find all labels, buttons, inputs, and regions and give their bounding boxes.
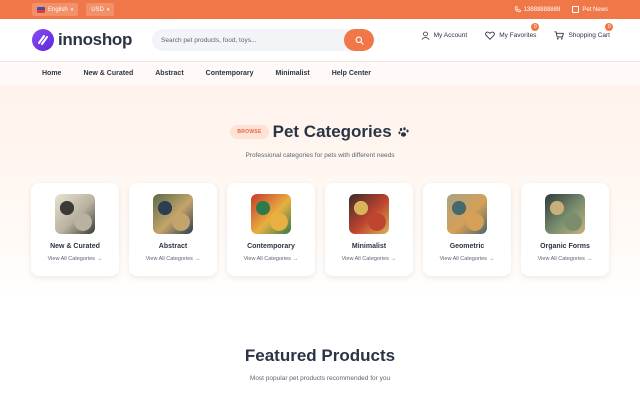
- arrow-right-icon: →: [586, 256, 593, 262]
- arrow-right-icon: →: [292, 256, 299, 262]
- category-name: Geometric: [449, 243, 485, 250]
- nav-item-minimalist[interactable]: Minimalist: [276, 70, 310, 77]
- top-bar: English ▾ USD ▾ 13888888888 Pet News: [0, 0, 640, 19]
- category-card[interactable]: Organic Forms View All Categories →: [521, 183, 609, 276]
- logo-mark-icon: [32, 29, 54, 51]
- category-cards: New & Curated View All Categories → Abst…: [31, 183, 609, 276]
- view-all-label: View All Categories: [145, 256, 193, 262]
- category-name: Minimalist: [351, 243, 387, 250]
- view-all-label: View All Categories: [537, 256, 585, 262]
- phone-number: 13888888888: [523, 6, 561, 13]
- section-title: Pet Categories: [272, 122, 392, 141]
- site-header: innoshop My Account My Favorites 0: [0, 19, 640, 61]
- category-card[interactable]: Minimalist View All Categories →: [325, 183, 413, 276]
- arrow-right-icon: →: [488, 256, 495, 262]
- nav-item-help-center[interactable]: Help Center: [332, 70, 371, 77]
- shopping-cart-link[interactable]: Shopping Cart 0: [554, 23, 614, 40]
- language-selector[interactable]: English ▾: [32, 3, 79, 16]
- categories-section: BROWSE Pet Categories Professional categ…: [0, 85, 640, 300]
- category-name: New & Curated: [50, 243, 100, 250]
- heart-icon: [485, 31, 496, 40]
- section-heading: BROWSE Pet Categories: [0, 122, 640, 142]
- category-card[interactable]: Contemporary View All Categories →: [227, 183, 315, 276]
- category-thumbnail: [55, 194, 95, 234]
- phone-link[interactable]: 13888888888: [514, 6, 561, 13]
- nav-item-home[interactable]: Home: [42, 70, 61, 77]
- search-icon: [355, 36, 364, 45]
- user-icon: [421, 31, 430, 40]
- cart-icon: [554, 31, 565, 40]
- logo[interactable]: innoshop: [32, 29, 132, 51]
- category-thumbnail: [251, 194, 291, 234]
- category-name: Abstract: [158, 243, 188, 250]
- main-nav: Home New & Curated Abstract Contemporary…: [0, 61, 640, 85]
- view-all-label: View All Categories: [439, 256, 487, 262]
- my-favorites-link[interactable]: My Favorites 0: [485, 23, 540, 40]
- category-card[interactable]: New & Curated View All Categories →: [31, 183, 119, 276]
- section-subtitle: Professional categories for pets with di…: [245, 152, 395, 159]
- my-favorites-label: My Favorites: [499, 32, 537, 39]
- paw-icon: [398, 126, 409, 137]
- category-card[interactable]: Abstract View All Categories →: [129, 183, 217, 276]
- category-name: Contemporary: [247, 243, 295, 250]
- currency-selector[interactable]: USD ▾: [86, 3, 115, 16]
- currency-label: USD: [91, 6, 104, 13]
- featured-subtitle: Most popular pet products recommended fo…: [249, 375, 391, 382]
- my-account-label: My Account: [433, 32, 468, 39]
- view-all-categories-link[interactable]: View All Categories →: [440, 256, 495, 262]
- search-bar: [152, 29, 374, 51]
- nav-item-new-curated[interactable]: New & Curated: [83, 70, 133, 77]
- us-flag-icon: [37, 6, 45, 13]
- news-link[interactable]: Pet News: [572, 6, 608, 13]
- category-thumbnail: [153, 194, 193, 234]
- shopping-cart-label: Shopping Cart: [568, 32, 610, 39]
- arrow-right-icon: →: [194, 256, 201, 262]
- favorites-count-badge: 0: [531, 23, 540, 31]
- category-thumbnail: [447, 194, 487, 234]
- view-all-categories-link[interactable]: View All Categories →: [538, 256, 593, 262]
- view-all-label: View All Categories: [243, 256, 291, 262]
- my-account-link[interactable]: My Account: [421, 31, 468, 40]
- browse-badge: BROWSE: [230, 125, 269, 139]
- nav-item-abstract[interactable]: Abstract: [155, 70, 183, 77]
- chevron-down-icon: ▾: [70, 6, 74, 13]
- news-label: Pet News: [582, 6, 608, 13]
- view-all-categories-link[interactable]: View All Categories →: [342, 256, 397, 262]
- view-all-categories-link[interactable]: View All Categories →: [48, 256, 103, 262]
- view-all-categories-link[interactable]: View All Categories →: [146, 256, 201, 262]
- phone-icon: [514, 6, 521, 13]
- search-input[interactable]: [152, 29, 344, 51]
- chevron-down-icon: ▾: [106, 6, 110, 13]
- arrow-right-icon: →: [96, 256, 103, 262]
- category-thumbnail: [349, 194, 389, 234]
- arrow-right-icon: →: [390, 256, 397, 262]
- language-label: English: [48, 6, 68, 13]
- view-all-label: View All Categories: [341, 256, 389, 262]
- featured-title: Featured Products: [244, 346, 396, 365]
- cart-count-badge: 0: [605, 23, 614, 31]
- news-icon: [572, 6, 580, 13]
- view-all-label: View All Categories: [47, 256, 95, 262]
- category-name: Organic Forms: [540, 243, 590, 250]
- category-thumbnail: [545, 194, 585, 234]
- nav-item-contemporary[interactable]: Contemporary: [206, 70, 254, 77]
- search-button[interactable]: [344, 29, 374, 51]
- view-all-categories-link[interactable]: View All Categories →: [244, 256, 299, 262]
- category-card[interactable]: Geometric View All Categories →: [423, 183, 511, 276]
- brand-name: innoshop: [58, 30, 133, 49]
